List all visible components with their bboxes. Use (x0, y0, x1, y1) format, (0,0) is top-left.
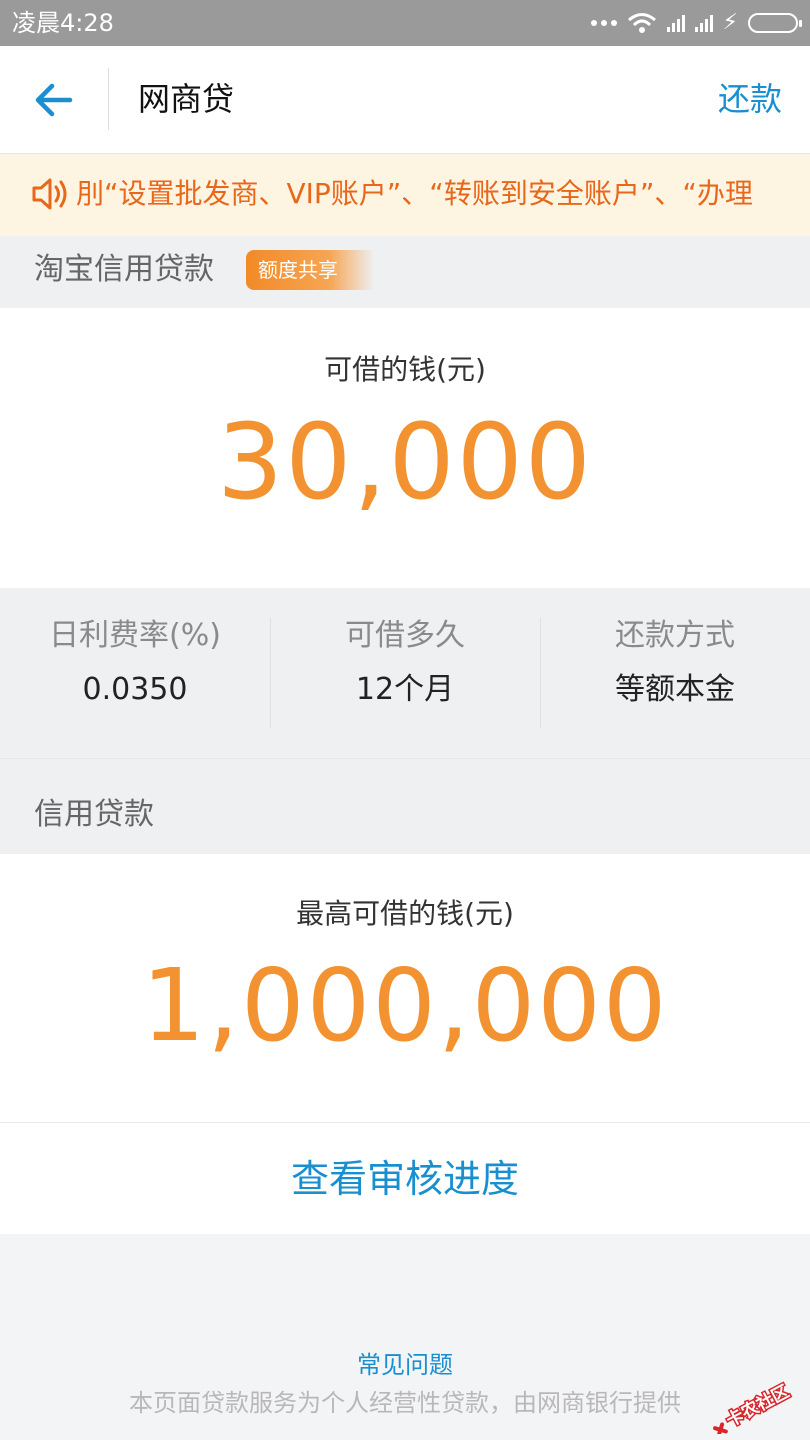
back-button[interactable] (30, 76, 80, 124)
loan-terms-row: 日利费率(%) 0.0350 可借多久 12个月 还款方式 等额本金 (0, 588, 810, 758)
signal-icon (666, 14, 685, 32)
review-progress-bar: 查看审核进度 (0, 1122, 810, 1234)
section-title: 信用贷款 (34, 797, 154, 832)
page-title: 网商贷 (138, 80, 235, 118)
disclaimer-text: 本页面贷款服务为个人经营性贷款，由网商银行提供 (129, 1389, 681, 1417)
notice-banner[interactable]: 刖“设置批发商、VIP账户”、“转账到安全账户”、“办理 (0, 154, 810, 236)
term-value: 0.0350 (82, 672, 188, 707)
more-dots-icon (590, 20, 617, 26)
nav-divider (108, 68, 109, 130)
taobao-section-header: 淘宝信用贷款 额度共享 (0, 236, 810, 308)
status-time: 凌晨4:28 (12, 9, 114, 37)
term-label: 可借多久 (345, 618, 465, 653)
back-arrow-icon (35, 83, 73, 117)
repay-link[interactable]: 还款 (718, 78, 782, 120)
section-title: 淘宝信用贷款 (34, 252, 214, 287)
daily-rate-term: 日利费率(%) 0.0350 (0, 616, 270, 732)
amount-label: 可借的钱(元) (324, 353, 486, 386)
amount-value: 30,000 (217, 401, 593, 523)
notice-text: 刖“设置批发商、VIP账户”、“转账到安全账户”、“办理 (76, 177, 753, 210)
charging-icon: ⚡ (722, 10, 738, 35)
credit-amount-card: 最高可借的钱(元) 1,000,000 (0, 854, 810, 1122)
amount-label: 最高可借的钱(元) (296, 897, 514, 930)
faq-link[interactable]: 常见问题 (0, 1348, 810, 1382)
term-value: 等额本金 (615, 672, 735, 707)
status-bar: 凌晨4:28 ⚡ (0, 0, 810, 46)
loan-period-term: 可借多久 12个月 (270, 616, 540, 732)
battery-icon (748, 13, 802, 33)
wifi-icon (627, 13, 656, 33)
repayment-method-term: 还款方式 等额本金 (540, 616, 810, 732)
signal-icon (694, 14, 713, 32)
term-value: 12个月 (355, 672, 455, 707)
amount-value: 1,000,000 (141, 947, 669, 1064)
quota-shared-badge: 额度共享 (246, 250, 374, 290)
credit-section-header: 信用贷款 (0, 758, 810, 854)
taobao-amount-card: 可借的钱(元) 30,000 (0, 308, 810, 588)
watermark-logo: 卡农社区 (713, 1379, 794, 1434)
nav-bar: 网商贷 还款 (0, 46, 810, 154)
view-review-progress-button[interactable]: 查看审核进度 (0, 1153, 810, 1205)
speaker-icon (32, 178, 67, 210)
svg-text:卡农社区: 卡农社区 (723, 1381, 793, 1431)
status-icons: ⚡ (590, 8, 802, 38)
term-label: 日利费率(%) (49, 618, 221, 653)
term-label: 还款方式 (615, 618, 735, 653)
